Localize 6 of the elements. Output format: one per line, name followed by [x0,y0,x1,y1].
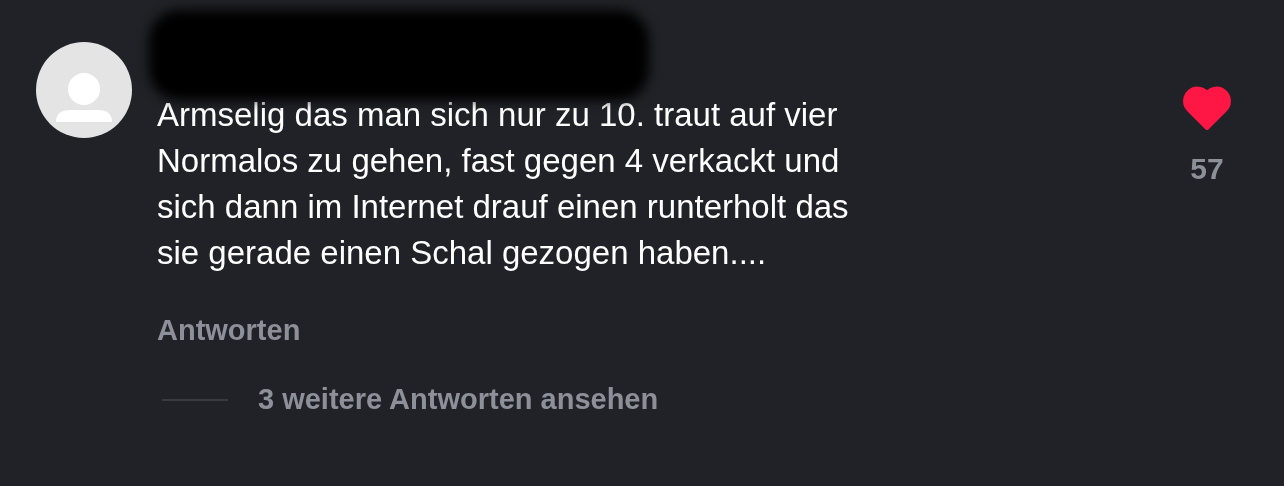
avatar-icon [36,42,132,138]
like-count: 57 [1190,152,1224,186]
view-replies-link[interactable]: 3 weitere Antworten ansehen [258,383,659,416]
comment-text: Armselig das man sich nur zu 10. traut auf vier Normalos zu gehen, fast gegen 4 verkackt und sich dann im Internet drauf einen runterholt das sie gerade einen Schal gezogen haben.... [157,95,850,273]
reply-link[interactable]: Antworten [157,314,301,347]
heart-icon[interactable] [1183,86,1231,130]
